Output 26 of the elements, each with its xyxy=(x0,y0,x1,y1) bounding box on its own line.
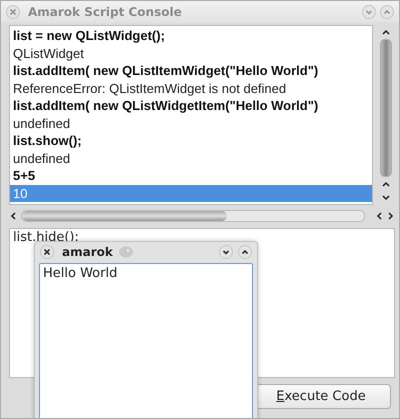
output-line[interactable]: QListWidget xyxy=(10,44,372,62)
window-title: amarok xyxy=(62,245,113,259)
output-line[interactable]: list.addItem( new QListWidgetItem("Hello World") xyxy=(10,97,372,114)
scrollbar-thumb[interactable] xyxy=(22,211,228,221)
scroll-up-icon[interactable] xyxy=(381,180,391,188)
close-icon[interactable] xyxy=(40,245,54,259)
output-line[interactable]: list = new QListWidget(); xyxy=(10,27,372,44)
scroll-left-icon[interactable] xyxy=(375,211,383,221)
window-title: Amarok Script Console xyxy=(28,5,182,19)
scrollbar-thumb[interactable] xyxy=(380,39,392,177)
output-line[interactable]: list.show(); xyxy=(10,132,372,150)
scrollbar-track[interactable] xyxy=(21,210,365,222)
scroll-right-icon[interactable] xyxy=(387,211,395,221)
list-item[interactable]: Hello World xyxy=(40,264,252,283)
output-line[interactable]: list.addItem( new QListItemWidget("Hello World") xyxy=(10,62,372,80)
scroll-up-icon[interactable] xyxy=(381,28,391,36)
output-line[interactable]: 5+5 xyxy=(10,167,372,184)
minimize-icon[interactable] xyxy=(219,245,233,259)
scroll-left-icon[interactable] xyxy=(9,211,17,221)
output-line[interactable]: undefined xyxy=(10,150,372,167)
maximize-icon[interactable] xyxy=(238,245,252,259)
scroll-down-icon[interactable] xyxy=(381,194,391,202)
output-line[interactable]: undefined xyxy=(10,114,372,132)
app-icon xyxy=(118,245,134,259)
output-line[interactable]: ReferenceError: QListItemWidget is not defined xyxy=(10,80,372,97)
code-text: list.hide(); xyxy=(13,230,79,245)
